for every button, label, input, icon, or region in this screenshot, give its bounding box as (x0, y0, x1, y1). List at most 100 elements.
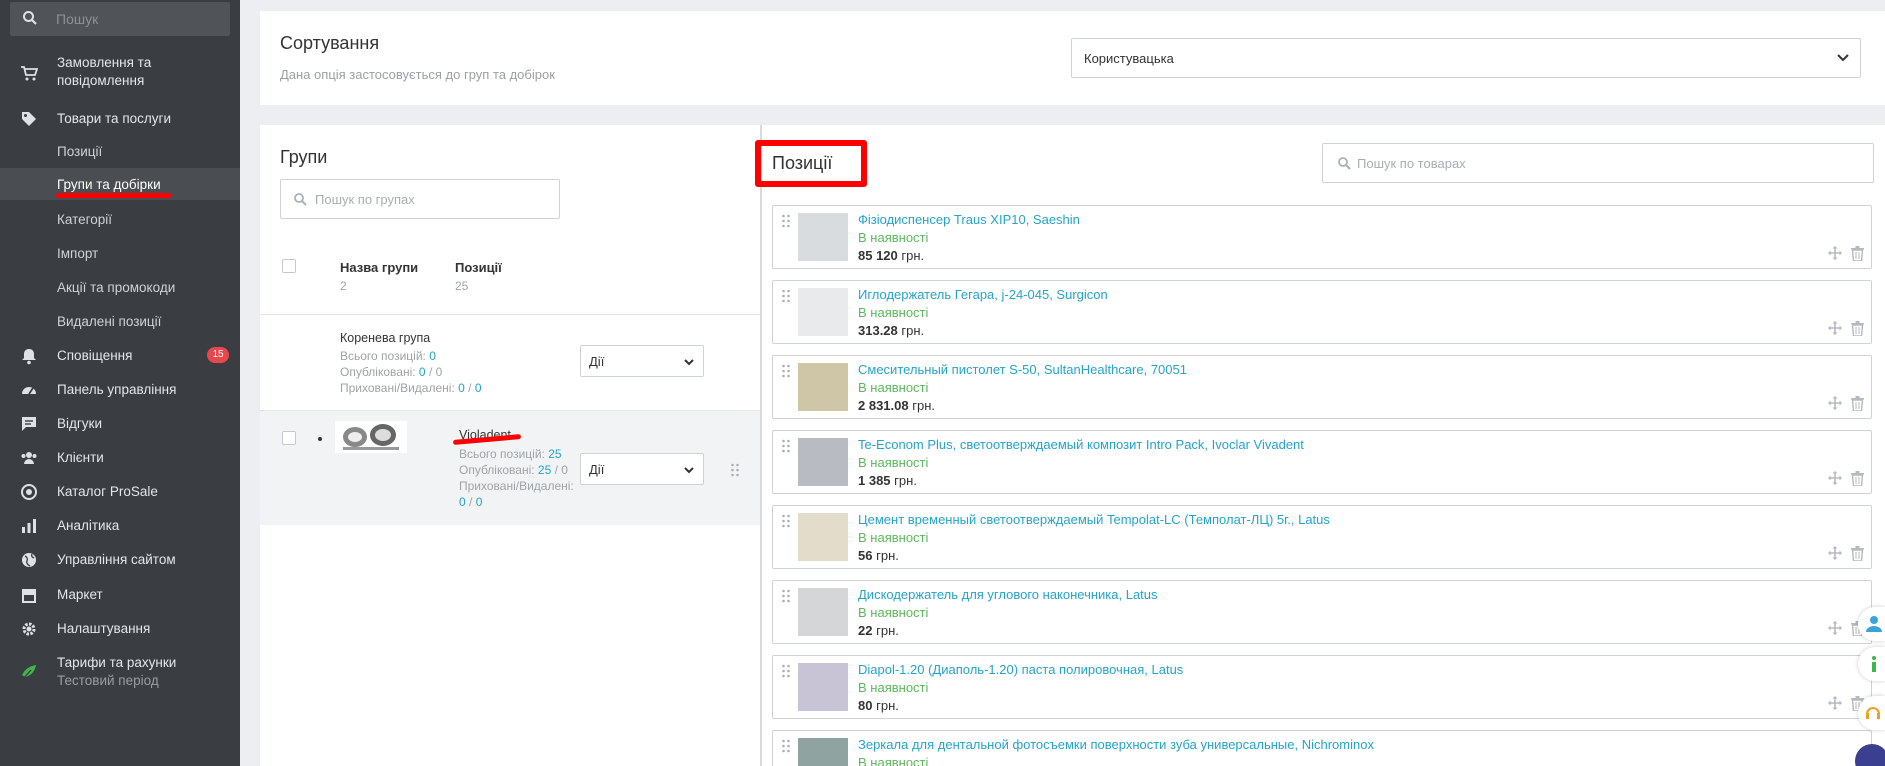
sorting-select[interactable]: Користувацька (1071, 38, 1861, 78)
position-card[interactable]: Цемент временный светоотверждаемый Tempo… (772, 505, 1872, 569)
drag-handle-icon[interactable] (781, 364, 791, 378)
trash-icon[interactable] (1851, 471, 1864, 486)
move-icon[interactable] (1828, 246, 1842, 260)
meta-value[interactable]: 0 (429, 349, 436, 363)
position-card[interactable]: Te-Econom Plus, светоотверждаемый композ… (772, 430, 1872, 494)
sidebar-item-label: Клієнти (57, 450, 104, 465)
sidebar-item-analytics[interactable]: Аналітика (0, 517, 240, 537)
col-header-name[interactable]: Назва групи (340, 260, 418, 275)
product-price: 80 грн. (858, 698, 899, 713)
select-all-checkbox[interactable] (282, 259, 296, 273)
sorting-card: Сортування Дана опція застосовується до … (260, 11, 1885, 105)
meta-value[interactable]: 0 (458, 381, 465, 395)
move-icon[interactable] (1828, 396, 1842, 410)
product-name[interactable]: Te-Econom Plus, светоотверждаемый композ… (858, 437, 1304, 452)
sidebar-subitem-import[interactable]: Імпорт (57, 246, 98, 261)
meta-value[interactable]: 0 (475, 381, 482, 395)
drag-handle-icon[interactable] (781, 664, 791, 678)
sidebar-item-clients[interactable]: Клієнти (0, 449, 240, 469)
leaf-logo-icon (22, 665, 36, 680)
sidebar-item-prosale[interactable]: Каталог ProSale (0, 483, 240, 503)
headset-icon (1866, 707, 1880, 719)
meta-label: Всього позицій: (340, 349, 426, 363)
product-price-value: 85 120 (858, 248, 898, 263)
root-group-actions-select[interactable]: Дії (580, 345, 704, 377)
meta-value[interactable]: 25 (538, 463, 551, 477)
sidebar-item-dashboard[interactable]: Панель управління (0, 381, 240, 401)
search-icon (294, 193, 307, 206)
sidebar-item-market[interactable]: Маркет (0, 586, 240, 606)
sidebar-item-label: Товари та послуги (57, 111, 171, 126)
user-support-icon (1866, 616, 1882, 632)
trash-icon[interactable] (1851, 546, 1864, 561)
row-checkbox[interactable] (282, 431, 296, 445)
drag-handle-icon[interactable] (781, 589, 791, 603)
sidebar-subitem-promos[interactable]: Акції та промокоди (57, 280, 175, 295)
groups-search[interactable] (280, 179, 560, 219)
move-icon[interactable] (1828, 546, 1842, 560)
product-name[interactable]: Цемент временный светоотверждаемый Tempo… (858, 512, 1330, 527)
position-card[interactable]: Зеркала для дентальной фотосъемки поверх… (772, 730, 1872, 766)
sidebar-item-settings[interactable]: Налаштування (0, 620, 240, 640)
support-widget-button[interactable] (1858, 607, 1885, 641)
sidebar-subitem-deleted[interactable]: Видалені позиції (57, 314, 161, 329)
sidebar-search-input[interactable] (56, 8, 216, 30)
move-icon[interactable] (1828, 696, 1842, 710)
sidebar-item-site[interactable]: Управління сайтом (0, 551, 240, 571)
product-thumbnail (798, 213, 848, 261)
product-price: 85 120 грн. (858, 248, 924, 263)
sidebar-item-goods[interactable]: Товари та послуги (0, 110, 240, 130)
product-status: В наявності (858, 530, 929, 545)
chevron-down-icon (684, 359, 694, 366)
move-icon[interactable] (1828, 471, 1842, 485)
meta-value[interactable]: 25 (548, 447, 561, 461)
product-name[interactable]: Иглодержатель Гегара, j-24-045, Surgicon (858, 287, 1108, 302)
sidebar-subitem-categories[interactable]: Категорії (57, 212, 112, 227)
headset-widget-button[interactable] (1858, 696, 1885, 730)
sidebar-item-reviews[interactable]: Відгуки (0, 415, 240, 435)
meta-value[interactable]: 0 (476, 495, 483, 509)
drag-handle-icon[interactable] (781, 439, 791, 453)
trash-icon[interactable] (1851, 396, 1864, 411)
info-widget-button[interactable] (1858, 647, 1885, 681)
drag-handle-icon[interactable] (730, 463, 740, 477)
sidebar-subitem-positions[interactable]: Позиції (57, 144, 102, 159)
annotation-underline (56, 193, 171, 198)
position-card[interactable]: Иглодержатель Гегара, j-24-045, Surgicon… (772, 280, 1872, 344)
position-card[interactable]: Diapol-1.20 (Диаполь-1.20) паста полиров… (772, 655, 1872, 719)
position-card[interactable]: Фізіодиспенсер Traus XIP10, Saeshin В ная… (772, 205, 1872, 269)
drag-handle-icon[interactable] (781, 289, 791, 303)
position-card[interactable]: Смесительный пистолет S-50, SultanHealth… (772, 355, 1872, 419)
comment-icon (22, 417, 36, 431)
drag-handle-icon[interactable] (781, 214, 791, 228)
positions-search-input[interactable] (1357, 154, 1857, 172)
trash-icon[interactable] (1851, 246, 1864, 261)
sidebar-subitem-groups[interactable]: Групи та добірки (57, 177, 161, 192)
drag-handle-icon[interactable] (781, 514, 791, 528)
group-published: Опубліковані: 25 / 0 (459, 463, 568, 477)
sidebar-search[interactable] (10, 2, 230, 36)
product-price: 22 грн. (858, 623, 899, 638)
positions-search[interactable] (1322, 143, 1874, 183)
product-name[interactable]: Diapol-1.20 (Диаполь-1.20) паста полиров… (858, 662, 1183, 677)
move-icon[interactable] (1828, 621, 1842, 635)
product-name[interactable]: Смесительный пистолет S-50, SultanHealth… (858, 362, 1187, 377)
globe-icon (22, 553, 36, 567)
sidebar-item-tariffs[interactable]: Тарифи та рахунки Тестовий період (0, 654, 240, 690)
groups-search-input[interactable] (315, 190, 545, 208)
meta-value[interactable]: 0 (459, 495, 466, 509)
group-actions-select[interactable]: Дії (580, 453, 704, 485)
position-card[interactable]: Дискодержатель для углового наконечника,… (772, 580, 1872, 644)
trash-icon[interactable] (1851, 321, 1864, 336)
product-name[interactable]: Зеркала для дентальной фотосъемки поверх… (858, 737, 1374, 752)
root-group-name[interactable]: Коренева група (340, 331, 430, 345)
meta-value[interactable]: 0 (419, 365, 426, 379)
move-icon[interactable] (1828, 321, 1842, 335)
drag-handle-icon[interactable] (781, 739, 791, 753)
col-header-positions[interactable]: Позиції (455, 260, 502, 275)
sidebar-item-label: Панель управління (57, 382, 177, 397)
product-name[interactable]: Фізіодиспенсер Traus XIP10, Saeshin (858, 212, 1080, 227)
product-name[interactable]: Дискодержатель для углового наконечника,… (858, 587, 1158, 602)
sidebar-item-orders[interactable]: Замовлення та повідомлення (0, 54, 240, 90)
sidebar-item-notifications[interactable]: Сповіщення 15 (0, 347, 240, 367)
